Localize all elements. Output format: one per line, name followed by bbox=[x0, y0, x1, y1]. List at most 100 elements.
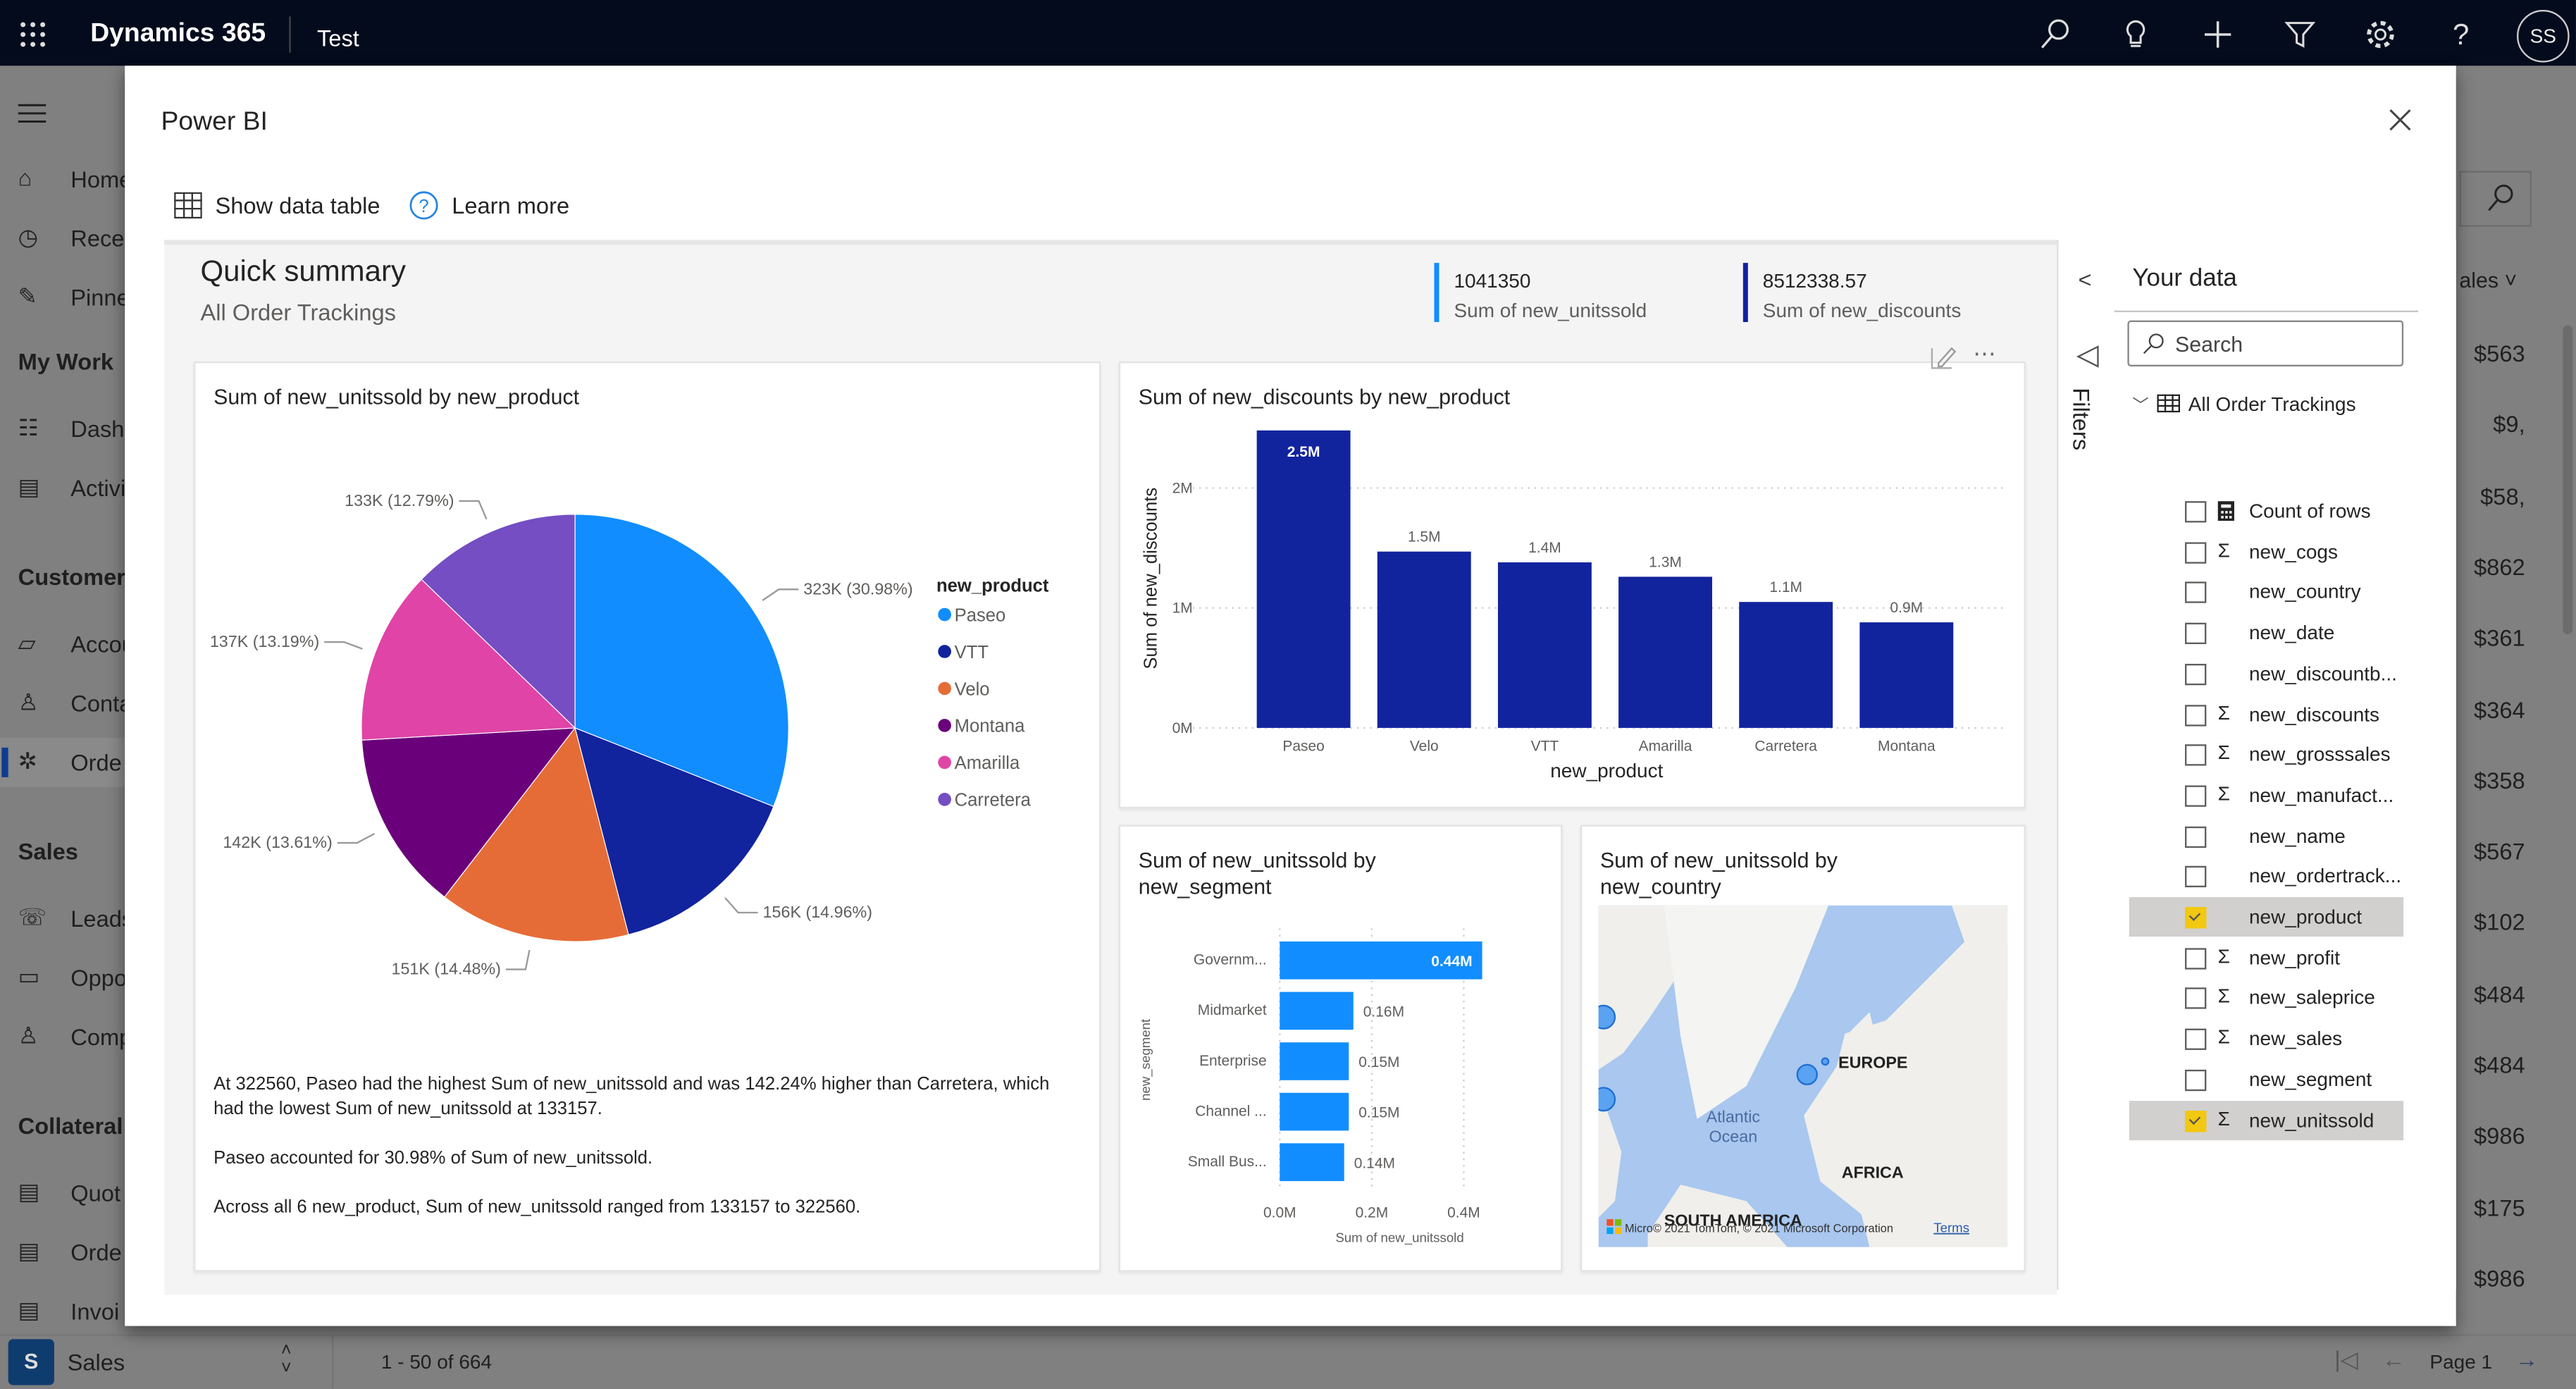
bar[interactable] bbox=[1859, 622, 1954, 728]
grid-cell[interactable]: $484 bbox=[2459, 980, 2525, 1006]
legend-marker[interactable] bbox=[938, 681, 951, 696]
field-item[interactable]: Σnew_cogs bbox=[2129, 532, 2403, 572]
grid-cell[interactable]: $563 bbox=[2459, 340, 2525, 366]
bar[interactable] bbox=[1280, 1092, 1349, 1131]
legend-marker[interactable] bbox=[938, 607, 951, 622]
map-terms-link[interactable]: Terms bbox=[1933, 1221, 1969, 1235]
leader-line[interactable] bbox=[724, 897, 758, 914]
sidebar-item[interactable]: ▤ Activi bbox=[0, 464, 125, 513]
field-item[interactable]: Σnew_unitssold bbox=[2129, 1100, 2404, 1140]
field-item[interactable]: Count of rows bbox=[2129, 491, 2403, 531]
field-checkbox[interactable] bbox=[2185, 907, 2207, 929]
legend-marker[interactable] bbox=[938, 645, 951, 658]
app-name[interactable]: Dynamics 365 bbox=[90, 20, 266, 49]
chevron-left-icon[interactable]: < bbox=[2078, 266, 2091, 292]
show-data-table-button[interactable]: Show data table bbox=[174, 189, 380, 222]
leader-line[interactable] bbox=[324, 641, 363, 650]
grid-cell[interactable]: $484 bbox=[2459, 1051, 2525, 1078]
grid-cell[interactable]: $102 bbox=[2459, 909, 2525, 935]
bar[interactable] bbox=[1377, 551, 1471, 728]
grid-cell[interactable]: $364 bbox=[2459, 696, 2525, 722]
pie-chart-card[interactable]: Sum of new_unitssold by new_product 323K… bbox=[194, 361, 1101, 1272]
grid-cell[interactable]: $361 bbox=[2459, 624, 2525, 650]
sidebar-item[interactable]: ⌂ Home bbox=[0, 154, 125, 204]
bar[interactable] bbox=[1280, 992, 1354, 1030]
field-checkbox[interactable] bbox=[2185, 1109, 2207, 1132]
field-checkbox[interactable] bbox=[2185, 1069, 2207, 1091]
waffle-icon[interactable] bbox=[15, 16, 51, 52]
column-chart-card[interactable]: Sum of new_discounts by new_product 0M 1M… bbox=[1118, 361, 2026, 809]
field-item[interactable]: Σnew_saleprice bbox=[2129, 978, 2403, 1018]
next-page-icon[interactable]: → bbox=[2515, 1346, 2539, 1372]
sidebar-item[interactable]: ◷ Recen bbox=[0, 214, 125, 263]
bar[interactable] bbox=[1739, 602, 1833, 728]
grid-cell[interactable]: $986 bbox=[2459, 1123, 2525, 1149]
bar[interactable] bbox=[1497, 562, 1592, 728]
legend-marker[interactable] bbox=[938, 755, 951, 770]
field-item[interactable]: Σnew_discounts bbox=[2129, 694, 2403, 734]
field-checkbox[interactable] bbox=[2185, 582, 2207, 604]
map-bubble[interactable] bbox=[1796, 1063, 1818, 1086]
field-checkbox[interactable] bbox=[2185, 663, 2207, 685]
leader-line[interactable] bbox=[762, 588, 799, 601]
map[interactable]: EUROPE Atlantic Ocean AFRICA SOUTH AMERI… bbox=[1598, 905, 2008, 1247]
leader-line[interactable] bbox=[459, 500, 488, 520]
field-checkbox[interactable] bbox=[2185, 866, 2207, 888]
grid-cell[interactable]: $58, bbox=[2459, 483, 2525, 509]
grid-cell[interactable]: $986 bbox=[2459, 1265, 2525, 1291]
plus-icon[interactable] bbox=[2200, 16, 2236, 52]
more-options-icon[interactable]: ⋯ bbox=[1973, 340, 1998, 369]
sidebar-item[interactable]: ☏ Leads bbox=[0, 894, 125, 943]
previous-page-icon[interactable]: ← bbox=[2382, 1346, 2405, 1372]
sidebar-item[interactable]: ✲ Orde bbox=[0, 737, 125, 787]
field-checkbox[interactable] bbox=[2185, 744, 2207, 766]
hamburger-menu-icon[interactable] bbox=[18, 100, 48, 126]
bar-chart-card[interactable]: Sum of new_unitssold by new_segment 0.0M… bbox=[1118, 825, 1563, 1272]
sidebar-item[interactable]: ▭ Oppo bbox=[0, 953, 125, 1002]
grid-cell[interactable]: $862 bbox=[2459, 553, 2525, 579]
field-item[interactable]: new_discountb... bbox=[2129, 654, 2403, 693]
close-button[interactable] bbox=[2387, 107, 2413, 133]
bar[interactable] bbox=[1280, 1143, 1344, 1181]
grid-cell[interactable]: $358 bbox=[2459, 767, 2525, 793]
area-switcher-label[interactable]: Sales bbox=[68, 1349, 125, 1375]
field-item[interactable]: new_name bbox=[2129, 816, 2403, 856]
grid-column-header[interactable]: ales ˅ bbox=[2459, 268, 2517, 292]
field-item[interactable]: new_country bbox=[2129, 572, 2403, 612]
field-item[interactable]: new_product bbox=[2129, 897, 2404, 937]
field-checkbox[interactable] bbox=[2185, 541, 2207, 564]
visual-edit-icon[interactable] bbox=[1928, 342, 1958, 371]
avatar[interactable]: SS bbox=[2517, 9, 2570, 63]
field-item[interactable]: new_date bbox=[2129, 613, 2403, 653]
grid-scrollbar[interactable] bbox=[2563, 325, 2573, 634]
sidebar-item[interactable]: ♙ Conta bbox=[0, 679, 125, 728]
field-item[interactable]: Σnew_grosssales bbox=[2129, 735, 2403, 774]
table-node[interactable]: ﹀ All Order Trackings bbox=[2132, 391, 2355, 416]
sidebar-item[interactable]: ▤ Quot bbox=[0, 1168, 125, 1218]
help-icon[interactable]: ? bbox=[2443, 16, 2479, 52]
sidebar-item[interactable]: ▤ Invoi bbox=[0, 1287, 125, 1336]
lightbulb-icon[interactable] bbox=[2117, 16, 2153, 52]
search-icon[interactable] bbox=[2037, 16, 2073, 52]
bar[interactable] bbox=[1280, 1042, 1349, 1080]
first-page-icon[interactable]: |◁ bbox=[2334, 1346, 2358, 1374]
grid-search-button[interactable] bbox=[2459, 171, 2532, 227]
field-item[interactable]: Σnew_profit bbox=[2129, 938, 2403, 977]
chevron-updown-icon[interactable]: ˄ ˅ bbox=[281, 1342, 292, 1378]
chevron-down-icon[interactable]: ﹀ bbox=[2132, 391, 2148, 416]
area-badge[interactable]: S bbox=[8, 1339, 54, 1385]
filters-pane-collapsed[interactable]: < Filters bbox=[2057, 240, 2118, 1290]
field-checkbox[interactable] bbox=[2185, 988, 2207, 1010]
grid-cell[interactable]: $567 bbox=[2459, 838, 2525, 864]
leader-line[interactable] bbox=[505, 949, 531, 970]
field-checkbox[interactable] bbox=[2185, 947, 2207, 969]
learn-more-link[interactable]: ? Learn more bbox=[409, 189, 569, 222]
map-bubble[interactable] bbox=[1821, 1057, 1830, 1066]
sidebar-item[interactable]: ✎ Pinne bbox=[0, 273, 125, 322]
field-item[interactable]: Σnew_manufact... bbox=[2129, 775, 2403, 815]
bar[interactable] bbox=[1256, 430, 1351, 728]
field-item[interactable]: new_ordertrack... bbox=[2129, 856, 2403, 896]
field-checkbox[interactable] bbox=[2185, 622, 2207, 645]
grid-cell[interactable]: $175 bbox=[2459, 1194, 2525, 1220]
field-checkbox[interactable] bbox=[2185, 704, 2207, 726]
